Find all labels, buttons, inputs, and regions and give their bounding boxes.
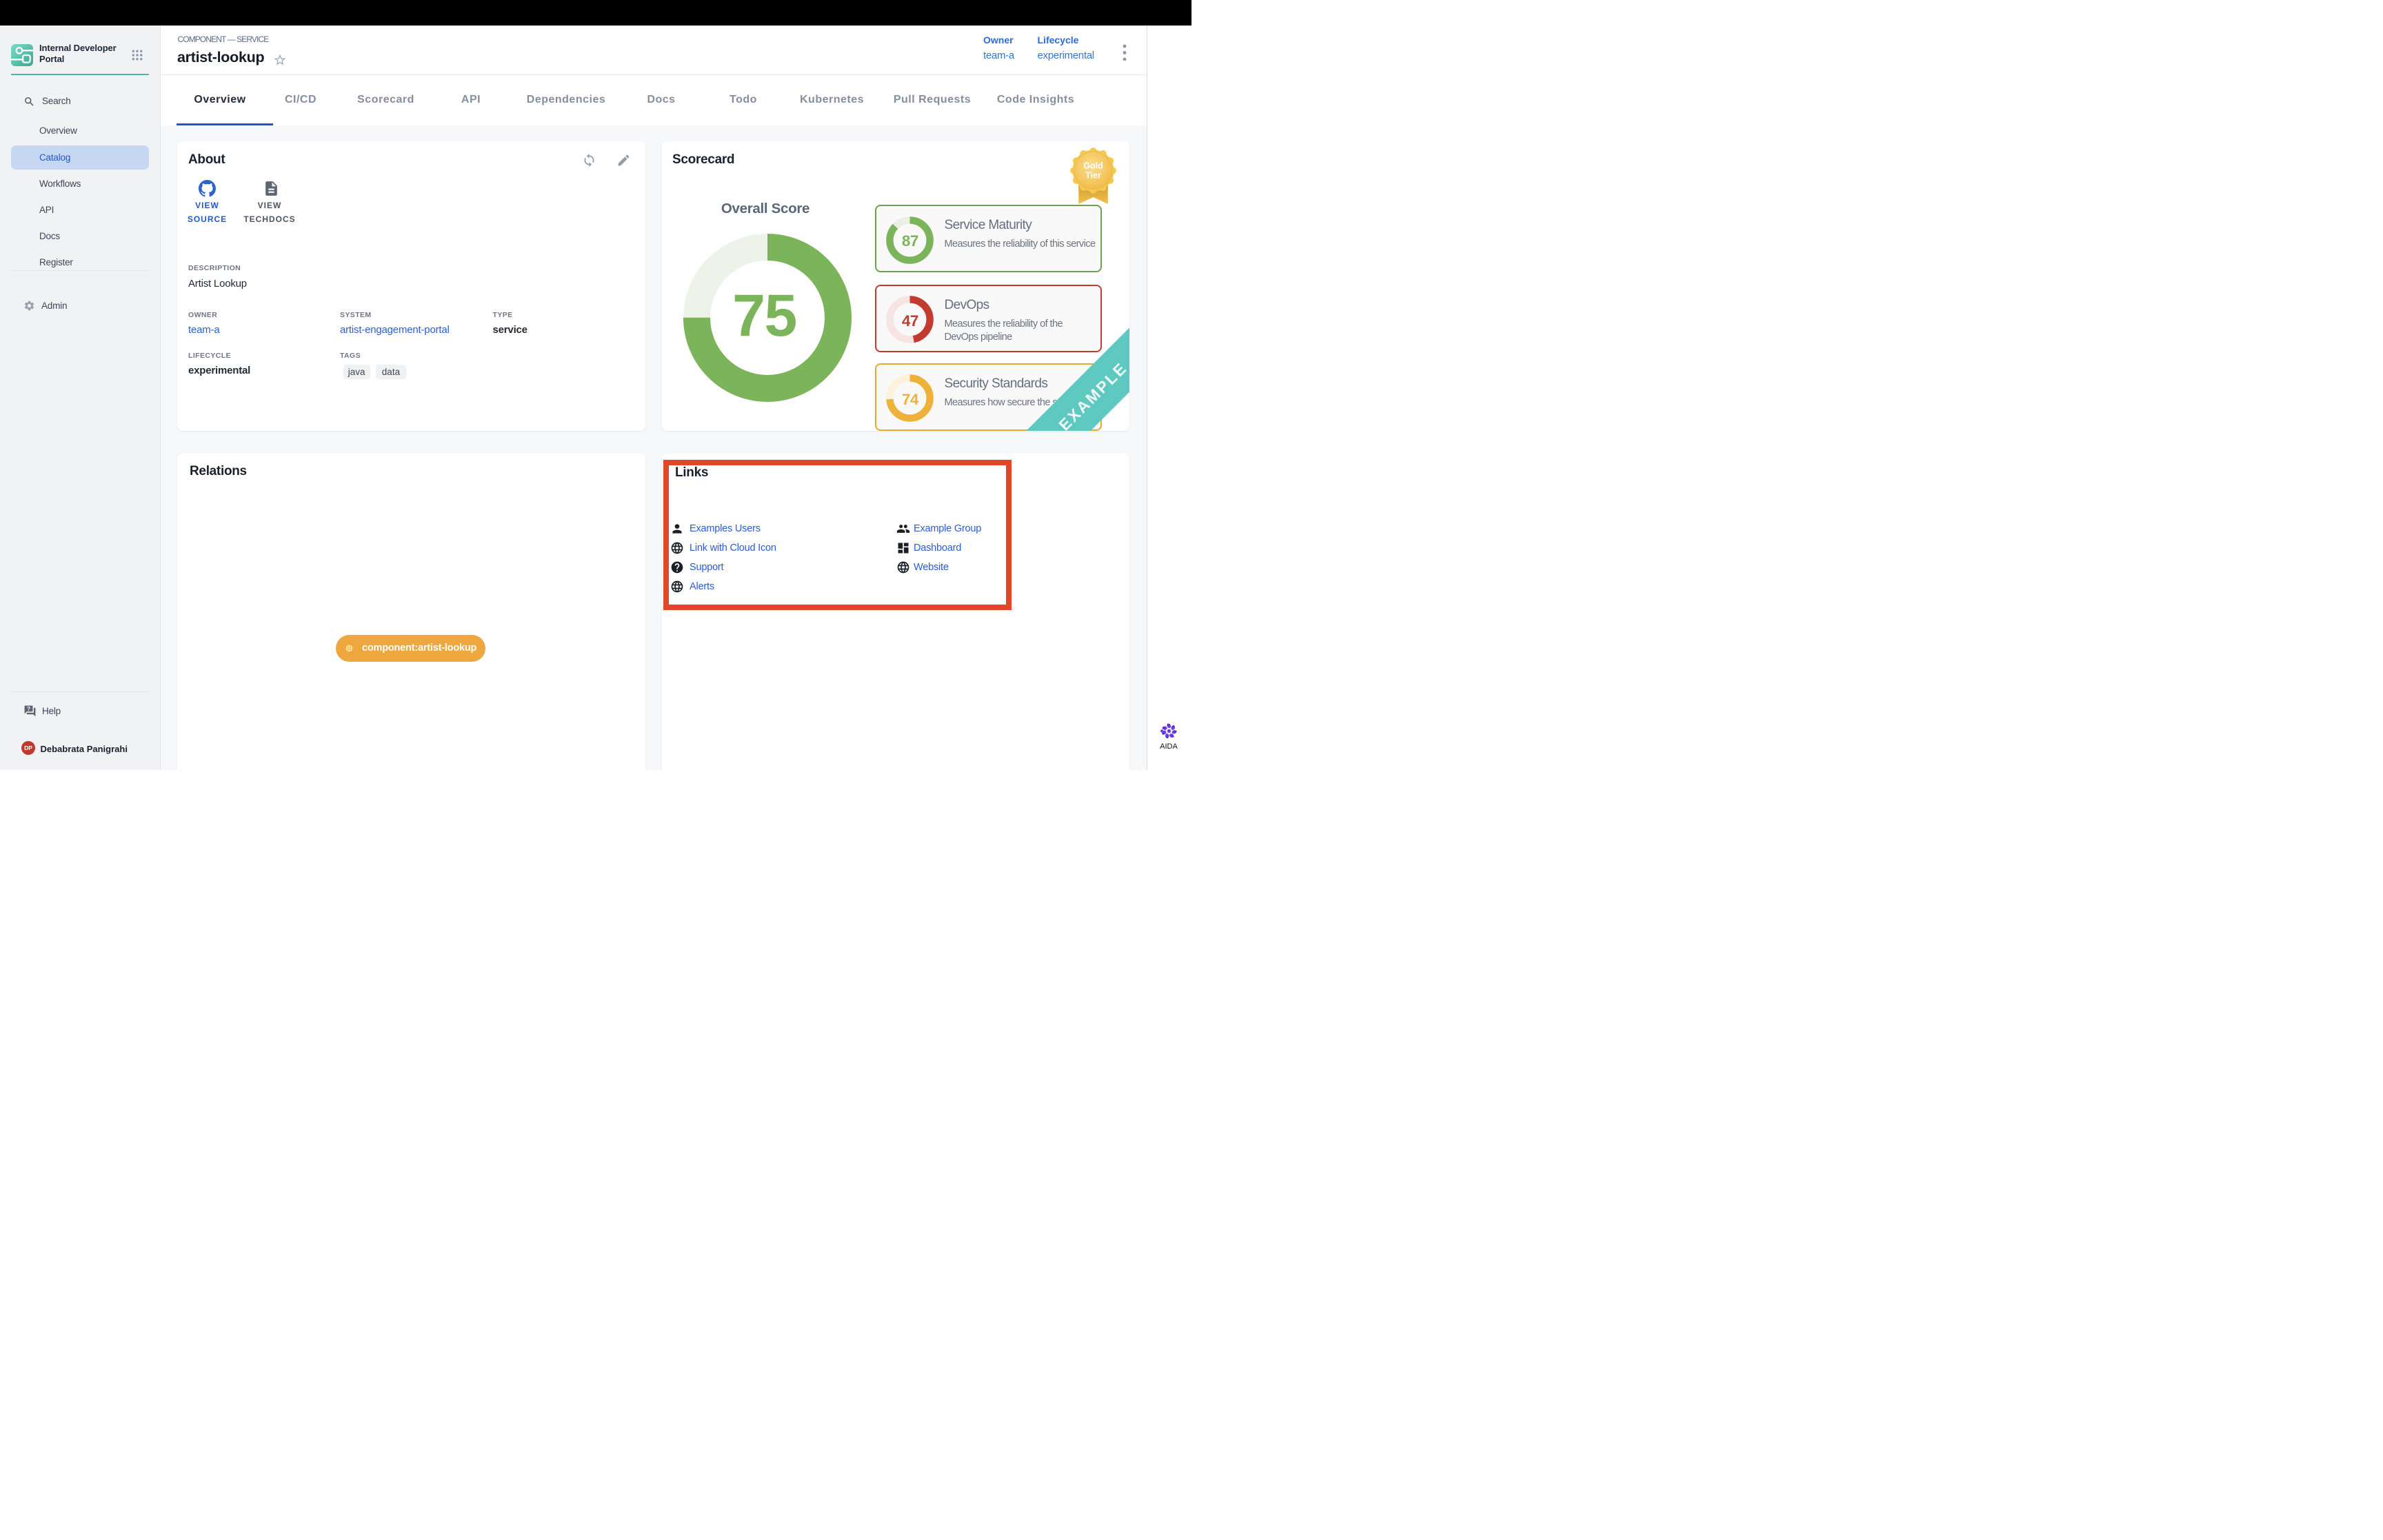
svg-text:Tier: Tier [1085, 170, 1101, 180]
svg-text:?: ? [27, 705, 30, 712]
svg-text:75: 75 [732, 283, 796, 349]
svg-text:Gold: Gold [1083, 161, 1103, 170]
